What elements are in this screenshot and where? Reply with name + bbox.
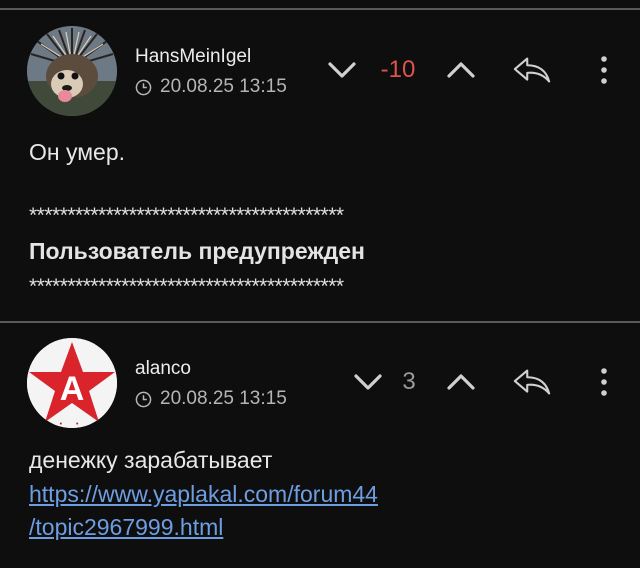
reply-button[interactable] [512, 362, 552, 402]
chevron-down-icon [354, 374, 382, 390]
divider [0, 8, 640, 10]
clock-icon [135, 79, 152, 95]
clock-icon [135, 391, 152, 407]
user-avatar[interactable] [27, 26, 117, 116]
more-options-button[interactable] [594, 362, 614, 402]
reply-arrow-icon [513, 57, 551, 83]
downvote-button[interactable] [322, 50, 362, 90]
red-star-avatar-icon: А • • • • [27, 338, 117, 428]
chevron-up-icon [447, 374, 475, 390]
moderation-stars-top: ****************************************… [29, 204, 344, 227]
link-line[interactable]: /topic2967999.html [29, 511, 378, 544]
hedgehog-avatar-icon [27, 26, 117, 116]
moderation-warning: Пользователь предупрежден [29, 238, 365, 264]
reply-arrow-icon [513, 369, 551, 395]
comment-text: Он умер. [29, 139, 126, 165]
rating-value: 3 [402, 368, 416, 395]
user-avatar[interactable]: А • • • • [27, 338, 117, 428]
chevron-down-icon [328, 62, 356, 78]
more-vert-icon [601, 56, 607, 84]
post-timestamp: 20.08.25 13:15 [135, 388, 287, 410]
chevron-up-icon [447, 62, 475, 78]
post-timestamp: 20.08.25 13:15 [135, 76, 287, 98]
rating-value: -10 [380, 56, 416, 83]
more-options-button[interactable] [594, 50, 614, 90]
svg-text:• • • •: • • • • [43, 421, 101, 428]
comment-post: HansMeinIgel 20.08.25 13:15 -10 Он умер.… [0, 24, 640, 320]
username[interactable]: HansMeinIgel [135, 46, 251, 68]
upvote-button[interactable] [441, 362, 481, 402]
avatar-badge-letter: А [60, 370, 85, 408]
comment-feed: HansMeinIgel 20.08.25 13:15 -10 Он умер.… [0, 0, 640, 568]
divider [0, 321, 640, 323]
reply-button[interactable] [512, 50, 552, 90]
downvote-button[interactable] [348, 362, 388, 402]
timestamp-text: 20.08.25 13:15 [160, 388, 287, 409]
timestamp-text: 20.08.25 13:15 [160, 76, 287, 97]
moderation-stars-bottom: ****************************************… [29, 275, 344, 298]
comment-text: денежку зарабатывает [29, 447, 273, 473]
link-line[interactable]: https://www.yaplakal.com/forum44 [29, 478, 378, 511]
username[interactable]: alanco [135, 358, 191, 380]
comment-post: А • • • • alanco 20.08.25 13:15 3 денежк… [0, 336, 640, 568]
comment-link[interactable]: https://www.yaplakal.com/forum44 /topic2… [29, 478, 378, 544]
upvote-button[interactable] [441, 50, 481, 90]
more-vert-icon [601, 368, 607, 396]
